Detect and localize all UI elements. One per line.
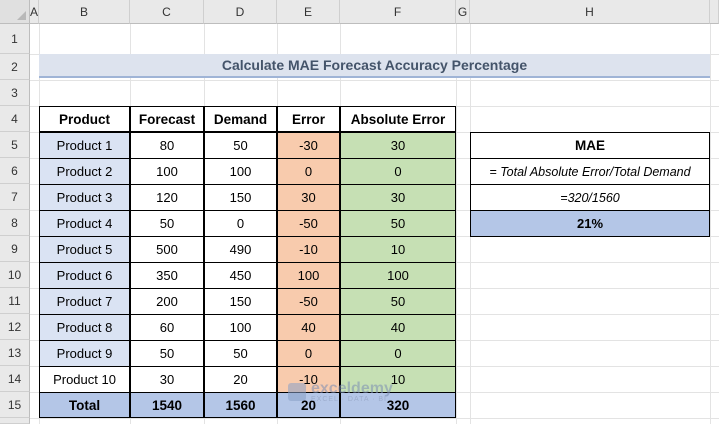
error-cell[interactable]: 30 (277, 184, 340, 211)
gridline (456, 24, 457, 424)
watermark: exceldemy EXCEL · DATA · BI (288, 377, 438, 407)
product-cell[interactable]: Product 6 (39, 262, 130, 289)
row-header-15[interactable]: 15 (0, 392, 30, 418)
error-cell[interactable]: -50 (277, 210, 340, 237)
mae-formula[interactable]: = Total Absolute Error/Total Demand (470, 158, 710, 185)
product-cell[interactable]: Product 1 (39, 132, 130, 159)
column-header-h[interactable]: H (470, 0, 710, 24)
gridline (30, 80, 719, 81)
column-header-d[interactable]: D (204, 0, 277, 24)
absolute-error-cell[interactable]: 30 (340, 184, 456, 211)
forecast-cell[interactable]: 60 (130, 314, 204, 341)
mae-calculation[interactable]: =320/1560 (470, 184, 710, 211)
spreadsheet: A B C D E F G H 1 2 3 4 5 6 7 8 9 10 11 … (0, 0, 719, 424)
forecast-cell[interactable]: 80 (130, 132, 204, 159)
absolute-error-cell[interactable]: 0 (340, 158, 456, 185)
absolute-error-cell[interactable]: 30 (340, 132, 456, 159)
total-label-cell[interactable]: Total (39, 392, 130, 418)
forecast-cell[interactable]: 500 (130, 236, 204, 263)
error-cell[interactable]: -10 (277, 236, 340, 263)
row-header-7[interactable]: 7 (0, 184, 30, 210)
row-header-13[interactable]: 13 (0, 340, 30, 366)
row-header-14[interactable]: 14 (0, 366, 30, 392)
gridline (30, 418, 719, 419)
absolute-error-cell[interactable]: 50 (340, 210, 456, 237)
row-header-12[interactable]: 12 (0, 314, 30, 340)
absolute-error-cell[interactable]: 10 (340, 236, 456, 263)
row-header-3[interactable]: 3 (0, 80, 30, 106)
demand-cell[interactable]: 50 (204, 132, 277, 159)
header-demand[interactable]: Demand (204, 106, 277, 132)
product-cell[interactable]: Product 7 (39, 288, 130, 315)
row-header-8[interactable]: 8 (0, 210, 30, 236)
demand-cell[interactable]: 100 (204, 158, 277, 185)
product-cell[interactable]: Product 9 (39, 340, 130, 367)
forecast-cell[interactable]: 100 (130, 158, 204, 185)
error-cell[interactable]: -30 (277, 132, 340, 159)
absolute-error-cell[interactable]: 100 (340, 262, 456, 289)
sheet-title[interactable]: Calculate MAE Forecast Accuracy Percenta… (39, 54, 710, 78)
demand-cell[interactable]: 100 (204, 314, 277, 341)
product-cell[interactable]: Product 4 (39, 210, 130, 237)
product-cell[interactable]: Product 3 (39, 184, 130, 211)
gridline (710, 24, 711, 424)
demand-cell[interactable]: 150 (204, 288, 277, 315)
header-error[interactable]: Error (277, 106, 340, 132)
column-header-a[interactable]: A (30, 0, 39, 24)
demand-cell[interactable]: 50 (204, 340, 277, 367)
error-cell[interactable]: 0 (277, 340, 340, 367)
header-forecast[interactable]: Forecast (130, 106, 204, 132)
row-header-9[interactable]: 9 (0, 236, 30, 262)
absolute-error-cell[interactable]: 40 (340, 314, 456, 341)
header-absolute-error[interactable]: Absolute Error (340, 106, 456, 132)
demand-cell[interactable]: 450 (204, 262, 277, 289)
forecast-cell[interactable]: 200 (130, 288, 204, 315)
row-header-10[interactable]: 10 (0, 262, 30, 288)
mae-result[interactable]: 21% (470, 210, 710, 237)
absolute-error-cell[interactable]: 50 (340, 288, 456, 315)
total-demand-cell[interactable]: 1560 (204, 392, 277, 418)
error-cell[interactable]: 0 (277, 158, 340, 185)
product-cell[interactable]: Product 10 (39, 366, 130, 393)
mae-header[interactable]: MAE (470, 132, 710, 159)
row-header-1[interactable]: 1 (0, 24, 30, 54)
demand-cell[interactable]: 490 (204, 236, 277, 263)
row-header-4[interactable]: 4 (0, 106, 30, 132)
product-cell[interactable]: Product 8 (39, 314, 130, 341)
demand-cell[interactable]: 150 (204, 184, 277, 211)
select-all-button[interactable] (0, 0, 30, 24)
demand-cell[interactable]: 0 (204, 210, 277, 237)
watermark-name: exceldemy (311, 379, 393, 397)
row-header-2[interactable]: 2 (0, 54, 30, 80)
row-header-6[interactable]: 6 (0, 158, 30, 184)
forecast-cell[interactable]: 350 (130, 262, 204, 289)
column-header-f[interactable]: F (340, 0, 456, 24)
forecast-cell[interactable]: 50 (130, 340, 204, 367)
forecast-cell[interactable]: 30 (130, 366, 204, 393)
row-header-11[interactable]: 11 (0, 288, 30, 314)
product-cell[interactable]: Product 2 (39, 158, 130, 185)
forecast-cell[interactable]: 50 (130, 210, 204, 237)
forecast-cell[interactable]: 120 (130, 184, 204, 211)
absolute-error-cell[interactable]: 0 (340, 340, 456, 367)
error-cell[interactable]: 40 (277, 314, 340, 341)
product-cell[interactable]: Product 5 (39, 236, 130, 263)
exceldemy-logo-icon (288, 383, 306, 401)
column-header-c[interactable]: C (130, 0, 204, 24)
row-header-16[interactable] (0, 418, 30, 424)
column-header-e[interactable]: E (277, 0, 340, 24)
demand-cell[interactable]: 20 (204, 366, 277, 393)
total-forecast-cell[interactable]: 1540 (130, 392, 204, 418)
column-header-g[interactable]: G (456, 0, 470, 24)
column-header-i[interactable] (710, 0, 719, 24)
column-header-b[interactable]: B (39, 0, 130, 24)
header-product[interactable]: Product (39, 106, 130, 132)
watermark-tagline: EXCEL · DATA · BI (311, 395, 387, 403)
error-cell[interactable]: -50 (277, 288, 340, 315)
row-header-5[interactable]: 5 (0, 132, 30, 158)
error-cell[interactable]: 100 (277, 262, 340, 289)
